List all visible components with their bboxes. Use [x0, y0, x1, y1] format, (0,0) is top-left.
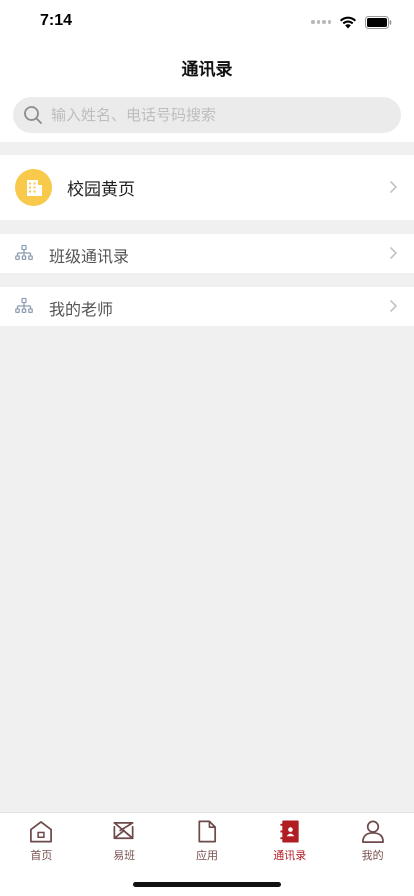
- search-icon: [24, 106, 42, 124]
- wifi-icon: [339, 16, 357, 29]
- org-tree-icon: [15, 297, 33, 314]
- building-icon: [15, 169, 52, 206]
- chevron-right-icon: [390, 300, 397, 312]
- status-bar: 7:14: [0, 0, 414, 44]
- chevron-right-icon: [390, 181, 397, 193]
- row-label: 班级通讯录: [49, 247, 130, 266]
- home-icon: [30, 821, 53, 843]
- org-tree-icon: [15, 244, 33, 261]
- row-label: 我的老师: [49, 300, 114, 319]
- row-label: 校园黄页: [67, 180, 135, 200]
- chevron-right-icon: [390, 247, 397, 259]
- tab-label: 通讯录: [273, 849, 307, 862]
- tab-mine[interactable]: 我的: [331, 813, 414, 863]
- row-my-teachers[interactable]: 我的老师: [0, 287, 414, 326]
- row-campus-yellow-pages[interactable]: 校园黄页: [0, 155, 414, 220]
- status-icons: [311, 14, 392, 30]
- nav-bar: 通讯录: [0, 44, 414, 90]
- status-time: 7:14: [40, 12, 73, 29]
- battery-icon: [365, 15, 392, 29]
- search-input[interactable]: [51, 106, 371, 124]
- yiban-icon: [113, 821, 134, 840]
- document-icon: [198, 820, 217, 843]
- tab-label: 我的: [361, 849, 384, 862]
- tab-label: 应用: [195, 849, 218, 862]
- tab-apps[interactable]: 应用: [166, 813, 249, 863]
- tab-home[interactable]: 首页: [0, 813, 83, 863]
- tab-label: 首页: [30, 849, 53, 862]
- search-section: [0, 90, 414, 142]
- contacts-book-icon: [280, 820, 299, 843]
- tab-yiban[interactable]: 易班: [83, 813, 166, 863]
- row-class-directory[interactable]: 班级通讯录: [0, 234, 414, 273]
- search-box[interactable]: [13, 97, 401, 133]
- home-indicator: [133, 882, 281, 887]
- signal-icon: [311, 19, 331, 25]
- page-title: 通讯录: [181, 59, 233, 80]
- person-icon: [361, 820, 384, 843]
- tab-label: 易班: [113, 849, 136, 862]
- tab-contacts[interactable]: 通讯录: [248, 813, 331, 863]
